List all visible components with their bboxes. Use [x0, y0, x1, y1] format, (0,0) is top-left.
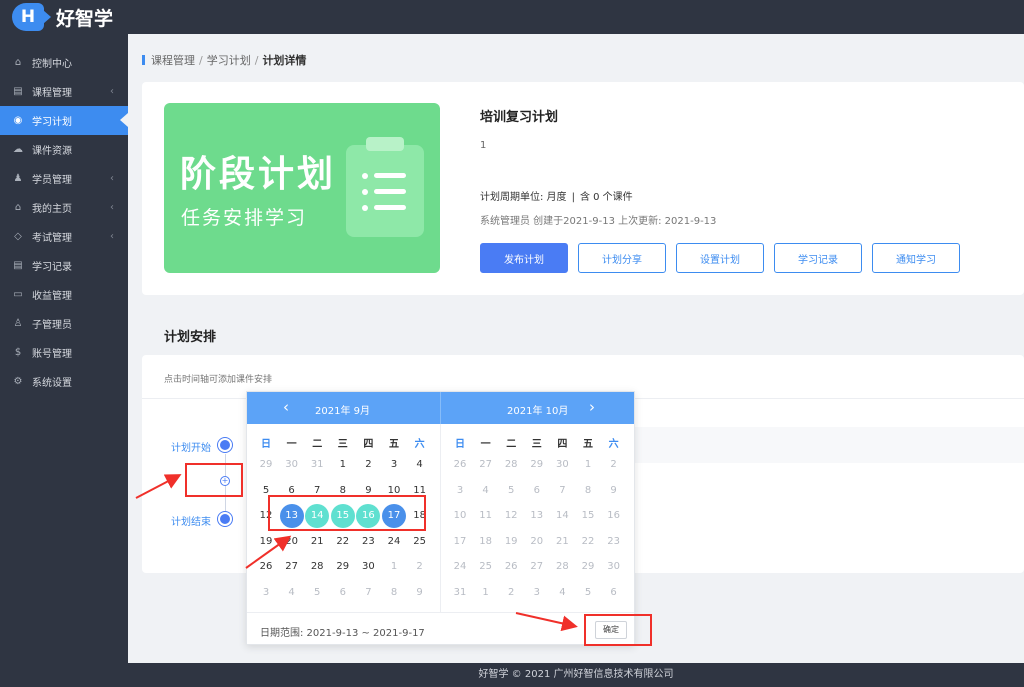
page-footer: 好智学 © 2021 广州好智信息技术有限公司: [128, 663, 1024, 687]
arrow-to-dates: [245, 535, 292, 569]
annotation-arrows: [135, 474, 578, 632]
arrow-to-timeline: [135, 474, 182, 499]
arrow-to-confirm: [515, 612, 578, 632]
